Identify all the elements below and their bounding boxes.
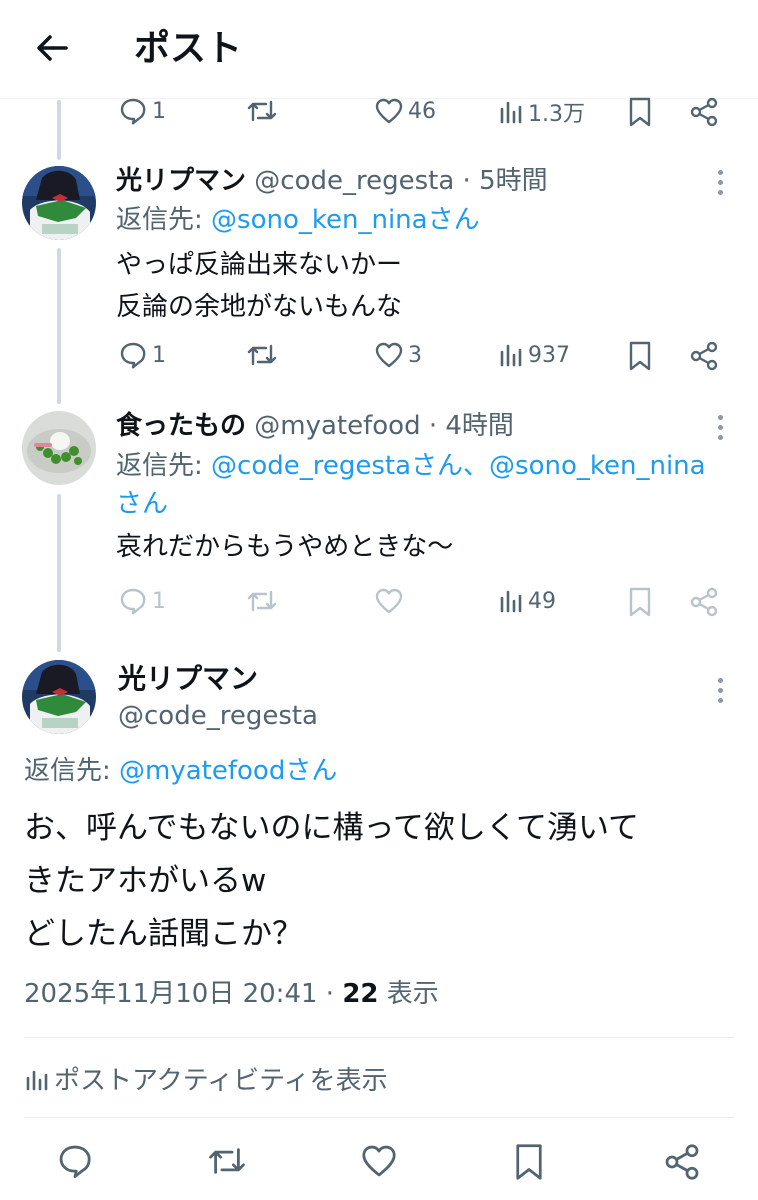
bookmark-icon: [516, 1144, 542, 1180]
page-title: ポスト: [134, 28, 243, 69]
bookmark-button[interactable]: [512, 1142, 546, 1182]
divider: [24, 1037, 734, 1038]
views-button[interactable]: 1.3万: [498, 96, 585, 128]
views-button[interactable]: 937: [498, 340, 570, 370]
timestamp[interactable]: · 4時間: [429, 411, 514, 441]
like-button[interactable]: [374, 586, 404, 616]
bookmark-icon: [629, 587, 651, 617]
tweet-text: 哀れだからもうやめときな〜: [116, 532, 454, 562]
tweet-header: 光リプマン @code_regesta · 5時間: [116, 164, 548, 198]
heart-icon: [375, 588, 403, 614]
back-arrow-icon[interactable]: [32, 28, 72, 68]
share-icon: [690, 341, 718, 371]
avatar[interactable]: [22, 660, 96, 734]
repost-icon: [247, 100, 277, 122]
top-bar: ポスト: [0, 0, 758, 99]
reply-icon: [120, 342, 146, 369]
share-icon: [690, 97, 718, 127]
repost-icon: [247, 590, 277, 612]
divider: [24, 1117, 734, 1118]
bookmark-button[interactable]: [627, 96, 653, 128]
thread-connector: [57, 248, 61, 404]
reply-icon: [59, 1145, 91, 1178]
reply-button[interactable]: 1: [118, 96, 166, 126]
views-icon: [500, 344, 522, 367]
share-icon: [690, 587, 718, 617]
avatar[interactable]: [22, 166, 96, 240]
display-name[interactable]: 光リプマン: [118, 662, 258, 696]
user-handle[interactable]: @code_regesta: [118, 699, 318, 733]
share-button[interactable]: [688, 96, 720, 128]
like-button[interactable]: [360, 1142, 398, 1180]
reply-button[interactable]: [56, 1142, 94, 1180]
like-button[interactable]: 3: [374, 340, 422, 370]
heart-icon: [375, 342, 403, 368]
tweet-header: 食ったもの @myatefood · 4時間: [116, 409, 514, 443]
views-icon: [500, 101, 522, 124]
tweet-text: お、呼んでもないのに構って欲しくて湧いて きたアホがいるw どしたん話聞こか？: [24, 810, 640, 952]
views-icon: [26, 1070, 48, 1090]
reply-to-mention[interactable]: @sono_ken_ninaさん: [211, 205, 480, 235]
bookmark-icon: [629, 341, 651, 371]
reply-to: 返信先: @code_regestaさん、@sono_ken_nina: [116, 451, 706, 481]
share-button[interactable]: [662, 1142, 702, 1182]
views-button[interactable]: 49: [498, 586, 556, 616]
bookmark-button[interactable]: [627, 340, 653, 372]
share-button[interactable]: [688, 586, 720, 618]
post-activity-link[interactable]: ポストアクティビティを表示: [24, 1060, 388, 1097]
user-handle[interactable]: @myatefood: [254, 411, 420, 441]
bookmark-button[interactable]: [627, 586, 653, 618]
thread-connector: [57, 100, 61, 160]
repost-button[interactable]: [245, 586, 279, 616]
reply-to-continued: さん: [116, 489, 169, 519]
avatar[interactable]: [22, 411, 96, 485]
repost-button[interactable]: [245, 340, 279, 370]
display-name[interactable]: 光リプマン: [116, 166, 246, 196]
share-icon: [665, 1144, 699, 1180]
heart-icon: [375, 98, 403, 124]
more-options-icon[interactable]: [714, 676, 726, 706]
post-timestamp: 2025年11月10日 20:41 · 22 表示: [24, 979, 439, 1009]
reply-to-mention[interactable]: @myatefoodさん: [119, 756, 337, 786]
reply-button[interactable]: 1: [118, 586, 166, 616]
repost-icon: [209, 1148, 245, 1174]
display-name[interactable]: 食ったもの: [116, 411, 246, 441]
tweet-text: やっぱ反論出来ないかー 反論の余地がないもんな: [116, 250, 403, 322]
views-icon: [500, 590, 522, 613]
reply-to-mention[interactable]: @code_regestaさん、@sono_ken_nina: [211, 451, 706, 481]
share-button[interactable]: [688, 340, 720, 372]
repost-button[interactable]: [245, 96, 279, 126]
repost-button[interactable]: [205, 1142, 249, 1180]
repost-icon: [247, 344, 277, 366]
heart-icon: [362, 1145, 396, 1177]
reply-button[interactable]: 1: [118, 340, 166, 370]
reply-icon: [120, 98, 146, 125]
like-button[interactable]: 46: [374, 96, 436, 126]
reply-icon: [120, 588, 146, 615]
reply-to: 返信先: @sono_ken_ninaさん: [116, 205, 480, 235]
timestamp[interactable]: · 5時間: [463, 166, 548, 196]
view-count: 22: [342, 979, 379, 1009]
thread-connector: [57, 494, 61, 652]
user-handle[interactable]: @code_regesta: [254, 166, 454, 196]
more-options-icon[interactable]: [714, 413, 726, 443]
more-options-icon[interactable]: [714, 168, 726, 198]
reply-to: 返信先: @myatefoodさん: [24, 756, 338, 786]
bookmark-icon: [629, 97, 651, 127]
